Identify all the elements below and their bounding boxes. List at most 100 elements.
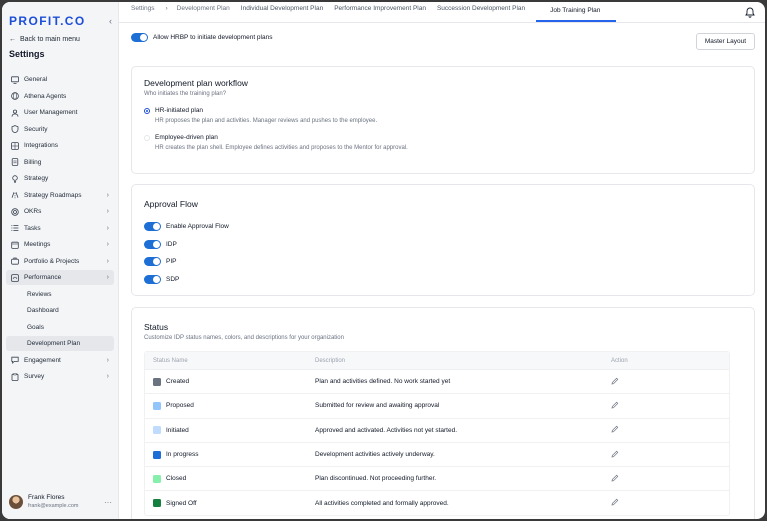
sidebar-subitem-reviews[interactable]: Reviews [6, 287, 114, 302]
workflow-option-employee[interactable]: Employee-driven plan [144, 134, 742, 141]
more-options-icon[interactable]: ··· [104, 498, 112, 507]
hrbp-toggle[interactable] [131, 33, 148, 42]
sidebar-item-strategy[interactable]: Strategy [6, 171, 114, 186]
status-name-cell: Signed Off [145, 499, 315, 508]
tab-individual-development-plan[interactable]: Individual Development Plan [241, 2, 334, 22]
status-description: Plan discontinued. Not proceeding furthe… [315, 475, 437, 483]
status-color-swatch[interactable] [153, 377, 161, 386]
bell-icon[interactable] [745, 7, 755, 18]
settings-sidebar: PROFIT.CO ‹ ← Back to main menu Settings… [2, 2, 119, 519]
sidebar-item-security[interactable]: Security [6, 122, 114, 137]
sidebar-nav: General Athena Agents User Management Se… [2, 66, 118, 384]
edit-pencil-icon[interactable] [611, 377, 619, 385]
back-to-main-menu-link[interactable]: ← Back to main menu [2, 30, 118, 44]
sidebar-item-general[interactable]: General [6, 72, 114, 87]
sidebar-item-okrs[interactable]: OKRs › [6, 204, 114, 219]
chevron-right-icon: › [106, 241, 109, 248]
clipboard-icon [11, 372, 19, 381]
sidebar-item-engagement[interactable]: Engagement › [6, 353, 114, 368]
status-name-cell: In progress [145, 450, 315, 459]
edit-pencil-icon[interactable] [611, 425, 619, 433]
idp-toggle[interactable] [144, 239, 161, 249]
sidebar-item-integrations[interactable]: Integrations [6, 138, 114, 153]
receipt-icon [11, 158, 19, 166]
enable-approval-toggle[interactable] [144, 222, 161, 231]
user-profile[interactable]: Frank Flores frank@example.com ··· [9, 493, 112, 511]
breadcrumb-development-plan[interactable]: Development Plan [177, 2, 241, 22]
sidebar-item-user-management[interactable]: User Management [6, 105, 114, 120]
sidebar-item-billing[interactable]: Billing [6, 155, 114, 170]
chevron-right-icon: › [106, 257, 109, 265]
sidebar-subitem-development-plan[interactable]: Development Plan [6, 336, 114, 351]
avatar [9, 495, 23, 509]
logo-row: PROFIT.CO ‹ [2, 2, 118, 30]
master-layout-button[interactable]: Master Layout [695, 33, 755, 50]
status-name: Created [166, 378, 190, 386]
status-action-cell [611, 474, 729, 484]
briefcase-icon [11, 257, 19, 265]
status-color-swatch[interactable] [153, 401, 161, 410]
column-header-status-name: Status Name [153, 357, 188, 364]
status-name-cell: Closed [145, 474, 315, 483]
gauge-icon [11, 273, 19, 282]
sidebar-item-athena-agents[interactable]: Athena Agents [6, 89, 114, 104]
edit-pencil-icon[interactable] [611, 498, 619, 506]
pip-toggle[interactable] [144, 257, 161, 266]
sidebar-item-survey[interactable]: Survey › [6, 369, 114, 384]
workflow-option-hr[interactable]: HR-initiated plan [144, 107, 742, 114]
edit-pencil-icon[interactable] [611, 401, 619, 409]
status-title: Status [144, 322, 169, 332]
approval-toggle-row: SDP [144, 274, 742, 284]
user-name: Frank Flores [28, 494, 65, 501]
sdp-toggle[interactable] [144, 274, 161, 284]
sidebar-item-strategy-roadmaps[interactable]: Strategy Roadmaps › [6, 188, 114, 203]
status-color-swatch[interactable] [153, 426, 161, 435]
toggle-label: IDP [166, 240, 177, 248]
arrow-left-icon: ← [9, 36, 16, 43]
sidebar-item-label: General [24, 76, 48, 83]
table-row: Closed Plan discontinued. Not proceeding … [145, 466, 729, 490]
radio-unselected[interactable] [144, 134, 150, 141]
status-name-cell: Proposed [145, 401, 315, 410]
tab-job-training-plan[interactable]: Job Training Plan [536, 2, 617, 22]
status-color-swatch[interactable] [153, 474, 161, 483]
approval-toggle-row: IDP [144, 239, 742, 249]
tab-performance-improvement-plan[interactable]: Performance Improvement Plan [334, 2, 437, 22]
collapse-sidebar-icon[interactable]: ‹ [109, 16, 112, 26]
status-name: Closed [166, 475, 187, 483]
edit-pencil-icon[interactable] [611, 450, 619, 458]
breadcrumb-settings[interactable]: Settings [131, 2, 166, 22]
sidebar-item-label: Performance [24, 274, 62, 281]
status-description: Development activities actively underway… [315, 451, 435, 459]
user-email: frank@example.com [28, 503, 79, 509]
toggle-label: SDP [166, 275, 180, 283]
status-color-swatch[interactable] [153, 450, 161, 459]
approval-toggle-row: Enable Approval Flow [144, 222, 742, 231]
column-header-description: Description [315, 357, 346, 364]
sidebar-item-portfolio-projects[interactable]: Portfolio & Projects › [6, 254, 114, 269]
radio-selected[interactable] [144, 107, 150, 114]
chevron-right-icon: › [106, 208, 109, 215]
option-label: Employee-driven plan [155, 134, 218, 141]
status-color-swatch[interactable] [153, 499, 161, 508]
grid-icon [11, 141, 19, 150]
globe-icon [11, 92, 19, 100]
status-description: Approved and activated. Activities not y… [315, 426, 457, 434]
column-header-action: Action [611, 357, 628, 364]
status-card: Status Customize IDP status names, color… [131, 307, 755, 519]
sidebar-item-tasks[interactable]: Tasks › [6, 221, 114, 236]
sidebar-subitem-goals[interactable]: Goals [6, 320, 114, 335]
sidebar-subitem-dashboard[interactable]: Dashboard [6, 303, 114, 318]
sidebar-item-meetings[interactable]: Meetings › [6, 237, 114, 252]
status-name: In progress [166, 451, 199, 459]
sidebar-item-label: Strategy [24, 175, 49, 182]
sidebar-item-performance[interactable]: Performance › [6, 270, 114, 285]
breadcrumb-separator-icon: › [165, 4, 168, 12]
hrbp-toggle-row: Allow HRBP to initiate development plans [131, 33, 272, 42]
app-window: PROFIT.CO ‹ ← Back to main menu Settings… [2, 2, 765, 519]
workflow-subtitle: Who initiates the training plan? [144, 91, 227, 97]
chevron-right-icon: › [106, 373, 109, 380]
edit-pencil-icon[interactable] [611, 474, 619, 482]
tab-succession-development-plan[interactable]: Succession Development Plan [437, 2, 536, 22]
chevron-right-icon: › [106, 224, 109, 232]
